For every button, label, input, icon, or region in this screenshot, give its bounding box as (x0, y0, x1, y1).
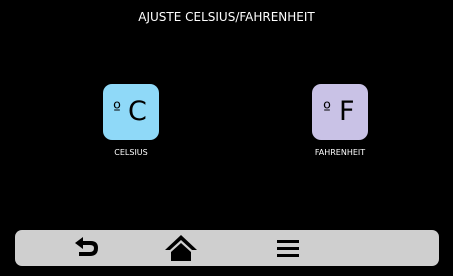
fahrenheit-letter: F (339, 96, 355, 127)
back-button[interactable] (67, 230, 107, 266)
celsius-degree-symbol: º (113, 99, 122, 119)
page-title: AJUSTE CELSIUS/FAHRENHEIT (138, 10, 315, 24)
bottom-nav-bar (15, 230, 439, 266)
home-icon (165, 235, 197, 261)
menu-button[interactable] (268, 230, 308, 266)
back-arrow-icon (75, 237, 98, 256)
temperature-unit-screen: AJUSTE CELSIUS/FAHRENHEIT º C CELSIUS º … (0, 0, 453, 276)
menu-icon (277, 240, 299, 257)
celsius-label: CELSIUS (114, 148, 148, 157)
fahrenheit-label: FAHRENHEIT (314, 148, 366, 157)
fahrenheit-button[interactable]: º F (312, 84, 368, 140)
fahrenheit-option: º F FAHRENHEIT (295, 84, 385, 164)
celsius-button[interactable]: º C (103, 84, 159, 140)
celsius-option: º C CELSIUS (86, 84, 176, 164)
fahrenheit-degree-symbol: º (323, 99, 332, 119)
celsius-letter: C (128, 96, 147, 127)
home-button[interactable] (161, 230, 201, 266)
